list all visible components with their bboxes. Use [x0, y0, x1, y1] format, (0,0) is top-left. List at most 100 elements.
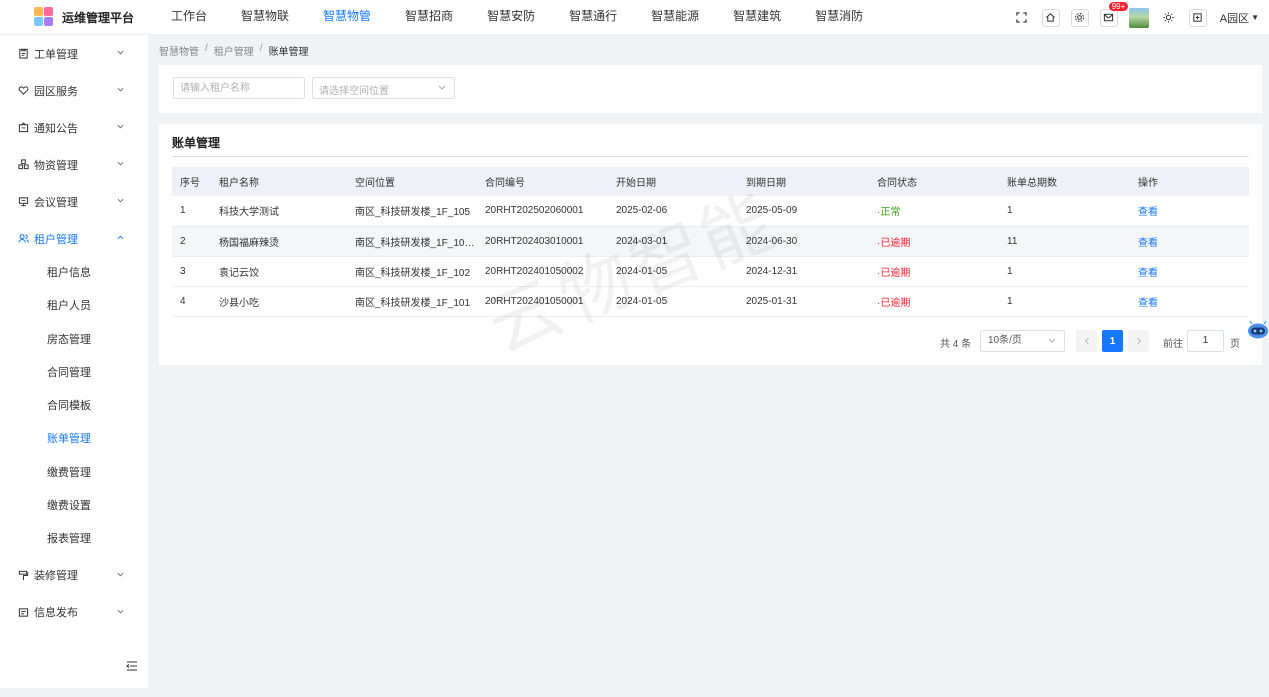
view-link[interactable]: 查看: [1138, 207, 1158, 218]
home-icon[interactable]: [1041, 8, 1060, 27]
publish-icon: [18, 607, 29, 618]
breadcrumb-separator: /: [205, 43, 208, 54]
sidebar-group-label: 装修管理: [34, 570, 78, 583]
space-location-placeholder: 请选择空间位置: [319, 86, 389, 97]
breadcrumb-separator: /: [259, 43, 263, 54]
screen-icon[interactable]: [1188, 8, 1207, 27]
sidebar-group-publish[interactable]: 信息发布: [0, 594, 148, 631]
sidebar-item-billing[interactable]: 账单管理: [0, 423, 148, 456]
sidebar-item-payment-settings[interactable]: 缴费设置: [0, 490, 148, 523]
space-location-select[interactable]: 请选择空间位置: [312, 77, 455, 99]
cell-end: 2024-06-30: [746, 235, 798, 247]
nav-item-workbench[interactable]: 工作台: [160, 0, 218, 35]
sidebar-item-contract[interactable]: 合同管理: [0, 357, 148, 390]
assistant-robot-icon[interactable]: [1247, 320, 1269, 340]
table-row: 1 科技大学测试 南区_科技研发楼_1F_105 20RHT2025020600…: [172, 196, 1249, 226]
cell-start: 2024-01-05: [616, 295, 668, 307]
column-header: 到期日期: [746, 178, 786, 189]
cell-space: 南区_科技研发楼_1F_103(...: [355, 237, 477, 249]
breadcrumb-item[interactable]: 智慧物管: [159, 43, 199, 58]
sidebar-item-contract-template[interactable]: 合同模板: [0, 390, 148, 423]
logo-mark-icon: [34, 7, 54, 27]
settings-icon[interactable]: [1070, 8, 1089, 27]
cell-space: 南区_科技研发楼_1F_105: [355, 207, 471, 219]
mail-icon[interactable]: 99+: [1099, 1, 1129, 27]
cell-contract: 20RHT202403010001: [485, 235, 584, 247]
sidebar-group-notice[interactable]: 通知公告: [0, 109, 148, 146]
nav-item-energy[interactable]: 智慧能源: [640, 0, 710, 35]
next-page-button[interactable]: [1128, 330, 1149, 352]
nav-item-property[interactable]: 智慧物管: [312, 0, 382, 35]
nav-item-investment[interactable]: 智慧招商: [394, 0, 464, 35]
cell-tenant: 杨国福麻辣烫: [219, 237, 279, 249]
pagination-total: 共 4 条: [940, 339, 972, 350]
page-size-select[interactable]: 10条/页: [980, 330, 1065, 352]
cell-status: ·已逾期: [877, 237, 911, 249]
sidebar-item-reports[interactable]: 报表管理: [0, 523, 148, 556]
cell-no: 4: [180, 295, 186, 307]
app-title: 运维管理平台: [62, 10, 135, 25]
meeting-icon: [18, 196, 29, 207]
chevron-up-icon: [117, 235, 124, 240]
sidebar-group-materials[interactable]: 物资管理: [0, 146, 148, 183]
sidebar-item-room-status[interactable]: 房态管理: [0, 324, 148, 357]
clipboard-icon: [18, 48, 29, 59]
nav-item-iot[interactable]: 智慧物联: [230, 0, 300, 35]
theme-sun-icon[interactable]: [1159, 8, 1178, 27]
chevron-left-icon: [1084, 337, 1089, 345]
column-header: 账单总期数: [1007, 178, 1057, 189]
mail-badge: 99+: [1108, 1, 1129, 11]
sidebar-group-label: 通知公告: [34, 122, 78, 135]
table-row: 2 杨国福麻辣烫 南区_科技研发楼_1F_103(... 20RHT202403…: [172, 226, 1249, 256]
sidebar-group-decoration[interactable]: 装修管理: [0, 557, 148, 594]
prev-page-button[interactable]: [1076, 330, 1097, 352]
park-selector[interactable]: A园区 ▼: [1220, 10, 1259, 26]
cell-action: 查看: [1130, 226, 1249, 256]
sidebar-item-tenant-staff[interactable]: 租户人员: [0, 290, 148, 323]
paint-roller-icon: [18, 570, 29, 581]
cell-contract: 20RHT202502060001: [485, 205, 584, 217]
sidebar-group-label: 会议管理: [34, 196, 78, 209]
nav-item-security[interactable]: 智慧安防: [476, 0, 546, 35]
nav-item-building[interactable]: 智慧建筑: [722, 0, 792, 35]
sidebar-group-park-service[interactable]: 园区服务: [0, 72, 148, 109]
top-bar: 运维管理平台 工作台 智慧物联 智慧物管 智慧招商 智慧安防 智慧通行 智慧能源…: [0, 0, 1269, 35]
collapse-menu-icon[interactable]: [126, 661, 138, 671]
tenant-name-input[interactable]: [173, 77, 305, 99]
nav-item-fire[interactable]: 智慧消防: [804, 0, 874, 35]
avatar[interactable]: [1128, 7, 1149, 28]
filter-panel: 请选择空间位置: [159, 65, 1262, 113]
sidebar-group-workorder[interactable]: 工单管理: [0, 35, 148, 72]
goto-page-input[interactable]: 1: [1187, 330, 1224, 352]
view-link[interactable]: 查看: [1138, 268, 1158, 279]
nav-item-access[interactable]: 智慧通行: [558, 0, 628, 35]
cell-status: ·已逾期: [877, 297, 911, 309]
cell-status: ·正常: [877, 207, 901, 219]
column-header: 合同编号: [485, 178, 525, 189]
sidebar-group-label: 物资管理: [34, 159, 78, 172]
goto-suffix: 页: [1230, 339, 1240, 350]
sidebar-group-tenant[interactable]: 租户管理: [0, 220, 148, 257]
breadcrumb: 智慧物管 / 租户管理 / 账单管理: [159, 43, 309, 58]
cell-end: 2025-05-09: [746, 205, 798, 217]
breadcrumb-item[interactable]: 租户管理: [214, 43, 254, 58]
column-header: 租户名称: [219, 178, 259, 189]
cell-no: 1: [180, 205, 186, 217]
cell-start: 2025-02-06: [616, 205, 668, 217]
sidebar-item-payment[interactable]: 缴费管理: [0, 457, 148, 490]
sidebar-group-label: 信息发布: [34, 607, 78, 620]
logo[interactable]: 运维管理平台: [0, 0, 148, 35]
view-link[interactable]: 查看: [1138, 298, 1158, 309]
cell-no: 3: [180, 265, 186, 277]
page-number-current[interactable]: 1: [1102, 330, 1123, 352]
sidebar-item-tenant-info[interactable]: 租户信息: [0, 257, 148, 290]
cell-periods: 1: [1007, 265, 1013, 277]
cell-action: 查看: [1130, 256, 1249, 286]
cell-periods: 1: [1007, 295, 1013, 307]
notice-icon: [18, 122, 29, 133]
fullscreen-icon[interactable]: [1012, 8, 1031, 27]
sidebar-group-meeting[interactable]: 会议管理: [0, 183, 148, 220]
view-link[interactable]: 查看: [1138, 238, 1158, 249]
chevron-down-icon: [117, 198, 124, 203]
column-header: 序号: [180, 178, 200, 189]
